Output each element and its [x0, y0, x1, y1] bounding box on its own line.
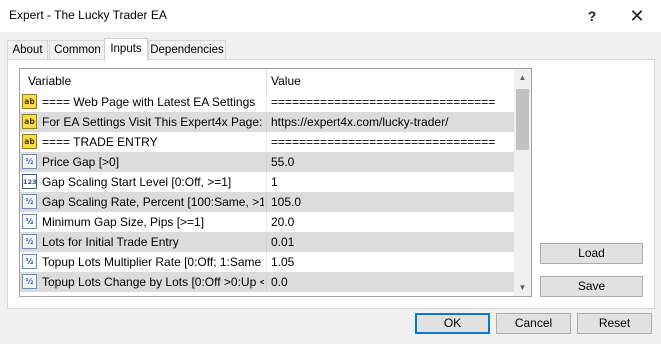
close-button[interactable]: ✕: [622, 4, 652, 28]
title-bar: Expert - The Lucky Trader EA ? ✕: [0, 0, 661, 32]
ok-button[interactable]: OK: [415, 313, 490, 334]
window-title: Expert - The Lucky Trader EA: [9, 8, 167, 22]
table-row[interactable]: ½ Topup Lots Multiplier Rate [0:Off; 1:Sa…: [20, 252, 514, 272]
variable-name: For EA Settings Visit This Expert4x Page…: [42, 115, 263, 129]
variable-name: Topup Lots Multiplier Rate [0:Off; 1:Sam…: [42, 255, 264, 269]
scroll-thumb[interactable]: [516, 89, 529, 150]
cell-divider: [266, 192, 267, 212]
variable-name: ==== TRADE ENTRY: [42, 135, 158, 149]
variable-value[interactable]: ================================: [271, 132, 511, 152]
scroll-up-arrow-icon[interactable]: ▲: [514, 69, 531, 86]
table-row[interactable]: 123 Gap Scaling Start Level [0:Off, >=1] 1: [20, 172, 514, 192]
inputs-grid[interactable]: Variable Value ab ==== Web Page with Late…: [19, 68, 532, 297]
variable-name: Lots for Initial Trade Entry: [42, 235, 179, 249]
table-row[interactable]: ½ Topup Lots Change by Lots [0:Off >0:Up …: [20, 272, 514, 292]
double-type-icon: ½: [22, 274, 37, 289]
double-type-icon: ½: [22, 154, 37, 169]
tab-about[interactable]: About: [7, 40, 48, 60]
cancel-button[interactable]: Cancel: [496, 313, 571, 334]
double-type-icon: ½: [22, 254, 37, 269]
variable-name: Gap Scaling Rate, Percent [100:Same, >10…: [42, 195, 264, 209]
tab-common[interactable]: Common: [49, 40, 106, 60]
variable-value[interactable]: https://expert4x.com/lucky-trader/: [271, 112, 511, 132]
cell-divider: [266, 212, 267, 232]
table-row[interactable]: ab ==== Web Page with Latest EA Settings =…: [20, 92, 514, 112]
variable-value[interactable]: 1.05: [271, 252, 511, 272]
cell-divider: [266, 252, 267, 272]
double-type-icon: ½: [22, 194, 37, 209]
variable-value[interactable]: ================================: [271, 92, 511, 112]
variable-value[interactable]: 55.0: [271, 152, 511, 172]
table-row[interactable]: ½ Gap Scaling Rate, Percent [100:Same, >1…: [20, 192, 514, 212]
help-button[interactable]: ?: [577, 4, 607, 28]
column-header-value[interactable]: Value: [271, 69, 301, 92]
cell-divider: [266, 232, 267, 252]
scroll-down-arrow-icon[interactable]: ▼: [514, 279, 531, 296]
variable-value[interactable]: 0.01: [271, 232, 511, 252]
cell-divider: [266, 112, 267, 132]
cell-divider: [266, 92, 267, 112]
vertical-scrollbar[interactable]: ▲ ▼: [514, 69, 531, 296]
cell-divider: [266, 172, 267, 192]
cell-divider: [266, 132, 267, 152]
variable-value[interactable]: 0.0: [271, 272, 511, 292]
grid-header: Variable Value: [20, 69, 514, 92]
cell-divider: [266, 272, 267, 292]
table-row[interactable]: ab For EA Settings Visit This Expert4x Pa…: [20, 112, 514, 132]
double-type-icon: ½: [22, 234, 37, 249]
cell-divider: [266, 152, 267, 172]
variable-name: Gap Scaling Start Level [0:Off, >=1]: [42, 175, 232, 189]
load-button[interactable]: Load: [540, 243, 643, 264]
column-divider[interactable]: [266, 69, 267, 92]
variable-value[interactable]: 20.0: [271, 212, 511, 232]
reset-button[interactable]: Reset: [577, 313, 652, 334]
save-button[interactable]: Save: [540, 276, 643, 297]
variable-name: Topup Lots Change by Lots [0:Off >0:Up <…: [42, 275, 264, 289]
table-row[interactable]: ab ==== TRADE ENTRY ======================…: [20, 132, 514, 152]
table-row[interactable]: ½ Lots for Initial Trade Entry 0.01: [20, 232, 514, 252]
table-row[interactable]: ½ Price Gap [>0] 55.0: [20, 152, 514, 172]
tab-inputs[interactable]: Inputs: [104, 38, 148, 61]
integer-type-icon: 123: [22, 174, 37, 189]
string-type-icon: ab: [22, 114, 37, 129]
variable-name: Price Gap [>0]: [42, 155, 120, 169]
variable-name: ==== Web Page with Latest EA Settings: [42, 95, 256, 109]
string-type-icon: ab: [22, 134, 37, 149]
string-type-icon: ab: [22, 94, 37, 109]
double-type-icon: ½: [22, 214, 37, 229]
variable-value[interactable]: 1: [271, 172, 511, 192]
variable-value[interactable]: 105.0: [271, 192, 511, 212]
table-row[interactable]: ½ Minimum Gap Size, Pips [>=1] 20.0: [20, 212, 514, 232]
variable-name: Minimum Gap Size, Pips [>=1]: [42, 215, 205, 229]
column-header-variable[interactable]: Variable: [28, 69, 71, 92]
tab-dependencies[interactable]: Dependencies: [148, 40, 226, 60]
